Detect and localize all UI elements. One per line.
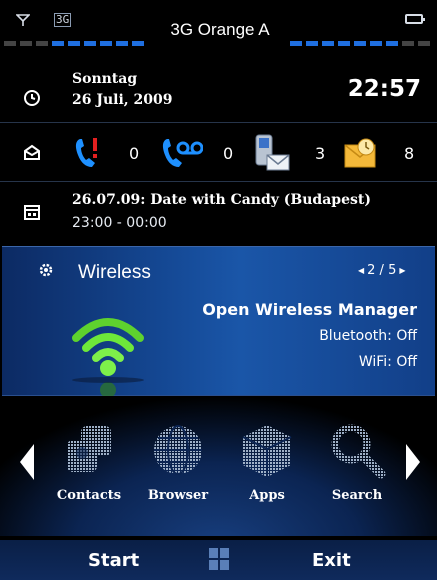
voicemail-notification[interactable]: 0 <box>159 133 233 173</box>
exit-softkey[interactable]: Exit <box>312 550 351 571</box>
app-label: Browser <box>147 488 209 503</box>
inbox-icon <box>24 144 40 160</box>
date-text: 26 Juli, 2009 <box>72 92 173 108</box>
status-bar: 3G 3G Orange A <box>0 0 437 56</box>
app-label: Contacts <box>56 488 122 503</box>
notification-count: 8 <box>404 143 415 163</box>
signal-strength-bar <box>4 41 144 46</box>
app-browser[interactable]: Browser <box>138 420 218 503</box>
clock-icon <box>24 90 40 106</box>
operator-name[interactable]: 3G Orange A <box>158 20 282 40</box>
app-contacts[interactable]: Contacts <box>49 420 129 503</box>
email-notification[interactable]: 8 <box>342 133 414 173</box>
appointment-time: 23:00 - 00:00 <box>72 215 167 231</box>
chevron-right-icon[interactable] <box>404 444 422 480</box>
app-label: Search <box>331 488 383 503</box>
pager-text: 2 / 5 <box>367 263 397 278</box>
panel-title: Wireless <box>78 262 151 283</box>
contacts-icon <box>67 426 111 472</box>
3g-icon: 3G <box>54 13 72 27</box>
panel-pager[interactable]: ◀ 2 / 5 ▶ <box>358 263 406 278</box>
open-wireless-manager-link[interactable]: Open Wireless Manager <box>202 300 417 319</box>
signal-antenna-icon <box>16 14 30 26</box>
notification-count: 3 <box>315 143 326 163</box>
app-apps[interactable]: Apps <box>227 420 307 503</box>
chevron-left-icon[interactable] <box>18 444 36 480</box>
day-name: Sonntag <box>72 71 138 87</box>
pager-next-icon[interactable]: ▶ <box>399 266 405 275</box>
pager-prev-icon[interactable]: ◀ <box>358 266 364 275</box>
notification-count: 0 <box>129 143 140 163</box>
appointment-title: 26.07.09: Date with Candy (Budapest) <box>72 192 371 208</box>
bluetooth-status: Bluetooth: Off <box>319 328 417 344</box>
grid-icon[interactable] <box>209 548 229 570</box>
missed-calls-notification[interactable]: 0 <box>70 133 139 173</box>
voicemail-icon <box>162 139 203 167</box>
wifi-icon[interactable] <box>66 308 166 398</box>
divider <box>0 122 437 123</box>
app-label: Apps <box>249 488 285 503</box>
notification-count: 0 <box>223 143 234 163</box>
battery-icon <box>405 14 425 24</box>
sms-notification[interactable]: 3 <box>253 133 325 173</box>
sms-icon <box>255 134 290 171</box>
start-softkey[interactable]: Start <box>88 550 139 571</box>
battery-level-bar <box>290 41 430 46</box>
missed-call-icon <box>75 138 97 167</box>
app-search[interactable]: Search <box>317 420 397 503</box>
clock-time: 22:57 <box>347 76 421 102</box>
wifi-status: WiFi: Off <box>358 354 417 370</box>
cube-icon <box>242 425 292 477</box>
globe-icon <box>154 425 202 475</box>
gear-icon <box>39 263 53 277</box>
calendar-icon <box>24 205 40 220</box>
email-icon <box>344 138 376 168</box>
magnifier-icon <box>331 424 386 479</box>
